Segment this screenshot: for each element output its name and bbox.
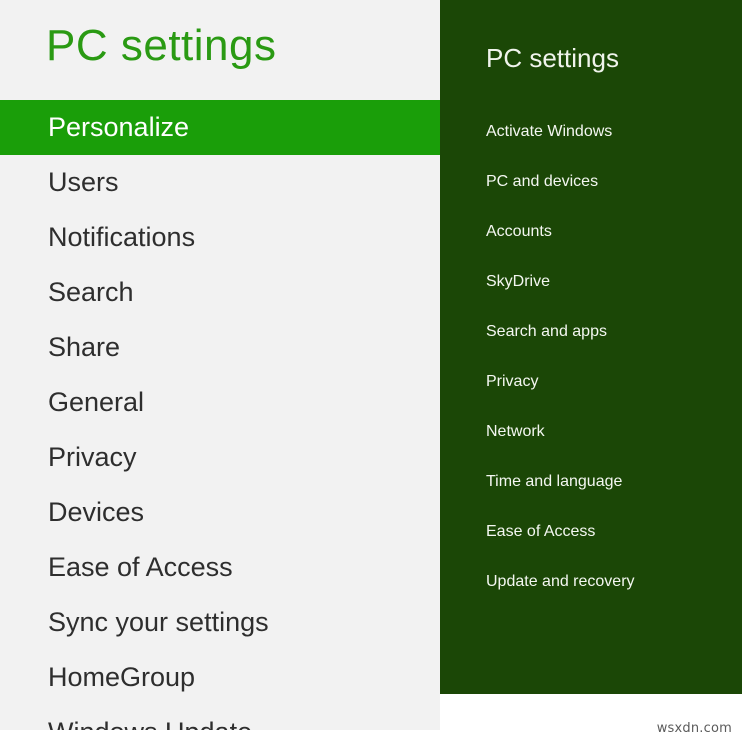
right-nav-item-update-and-recovery[interactable]: Update and recovery <box>440 557 742 607</box>
right-nav-list: Activate Windows PC and devices Accounts Sk… <box>440 107 742 607</box>
right-nav-item-skydrive[interactable]: SkyDrive <box>440 257 742 307</box>
right-settings-panel: PC settings Activate Windows PC and devic… <box>440 0 742 694</box>
right-nav-item-activate-windows[interactable]: Activate Windows <box>440 107 742 157</box>
right-nav-item-accounts[interactable]: Accounts <box>440 207 742 257</box>
right-nav-item-network[interactable]: Network <box>440 407 742 457</box>
right-nav-item-pc-and-devices[interactable]: PC and devices <box>440 157 742 207</box>
left-nav-list: Personalize Users Notifications Search Share… <box>0 100 440 730</box>
right-nav-item-time-and-language[interactable]: Time and language <box>440 457 742 507</box>
sidebar-item-ease-of-access[interactable]: Ease of Access <box>0 540 440 595</box>
sidebar-item-privacy[interactable]: Privacy <box>0 430 440 485</box>
sidebar-item-users[interactable]: Users <box>0 155 440 210</box>
sidebar-item-sync-your-settings[interactable]: Sync your settings <box>0 595 440 650</box>
sidebar-item-general[interactable]: General <box>0 375 440 430</box>
right-page-title: PC settings <box>486 43 619 73</box>
sidebar-item-homegroup[interactable]: HomeGroup <box>0 650 440 705</box>
right-nav-item-search-and-apps[interactable]: Search and apps <box>440 307 742 357</box>
sidebar-item-devices[interactable]: Devices <box>0 485 440 540</box>
left-settings-panel: PC settings Personalize Users Notification… <box>0 0 440 730</box>
right-nav-item-ease-of-access[interactable]: Ease of Access <box>440 507 742 557</box>
watermark-text: wsxdn.com <box>656 721 732 736</box>
left-page-title: PC settings <box>46 21 277 70</box>
sidebar-item-windows-update[interactable]: Windows Update <box>0 705 440 730</box>
pc-settings-screen: PC settings Personalize Users Notification… <box>0 0 742 740</box>
sidebar-item-search[interactable]: Search <box>0 265 440 320</box>
right-nav-item-privacy[interactable]: Privacy <box>440 357 742 407</box>
sidebar-item-personalize[interactable]: Personalize <box>0 100 440 155</box>
sidebar-item-share[interactable]: Share <box>0 320 440 375</box>
sidebar-item-notifications[interactable]: Notifications <box>0 210 440 265</box>
